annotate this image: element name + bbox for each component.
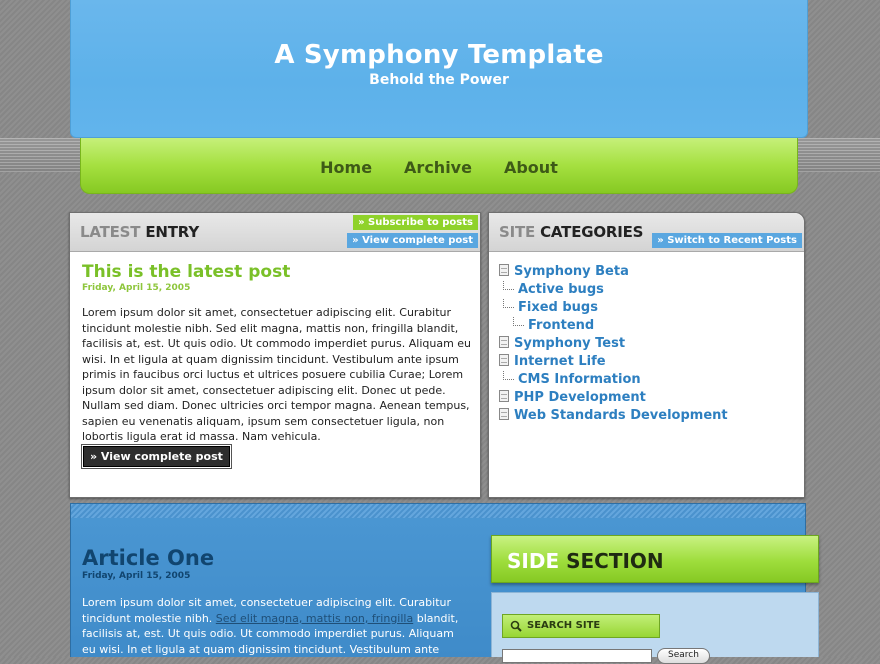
nav-home[interactable]: Home: [304, 158, 388, 193]
site-categories-panel: SITE CATEGORIES » Switch to Recent Posts…: [488, 212, 805, 498]
tree-branch-icon: [503, 281, 514, 290]
heading-light: LATEST: [80, 223, 141, 241]
latest-entry-panel: LATEST ENTRY » Subscribe to posts » View…: [69, 212, 481, 498]
heading-light: SITE: [499, 223, 536, 241]
category-item[interactable]: Web Standards Development: [499, 407, 728, 425]
site-header: A Symphony Template Behold the Power: [70, 0, 808, 138]
tree-branch-icon: [503, 299, 514, 308]
switch-to-recent-posts-link[interactable]: » Switch to Recent Posts: [652, 233, 802, 248]
document-icon: [499, 390, 509, 402]
side-section-header: SIDE SECTION: [491, 535, 819, 583]
main-nav: Home Archive About: [80, 138, 798, 194]
nav-archive[interactable]: Archive: [388, 158, 488, 193]
category-tree: Symphony Beta Active bugs Fixed bugs Fro…: [499, 263, 728, 425]
heading-dark: SECTION: [566, 549, 664, 573]
post-title[interactable]: This is the latest post: [82, 262, 290, 282]
site-categories-heading: SITE CATEGORIES: [499, 223, 643, 241]
post-body: Lorem ipsum dolor sit amet, consectetuer…: [82, 306, 472, 443]
heading-dark: ENTRY: [145, 223, 199, 241]
latest-entry-header: LATEST ENTRY » Subscribe to posts » View…: [70, 213, 480, 252]
view-complete-post-button[interactable]: » View complete post: [83, 446, 230, 467]
subscribe-button[interactable]: » Subscribe to posts: [353, 215, 478, 230]
category-item[interactable]: Frontend: [499, 317, 728, 335]
side-section-title: SIDE SECTION: [507, 549, 664, 573]
side-section-box: SEARCH SITE Search: [491, 592, 819, 664]
search-input[interactable]: [502, 649, 652, 663]
heading-light: SIDE: [507, 549, 560, 573]
search-icon: [510, 620, 522, 632]
article-body: Lorem ipsum dolor sit amet, consectetuer…: [82, 595, 467, 657]
category-item[interactable]: Active bugs: [499, 281, 728, 299]
search-label-text: SEARCH SITE: [527, 620, 601, 631]
site-title[interactable]: A Symphony Template: [71, 40, 807, 70]
category-item[interactable]: PHP Development: [499, 389, 728, 407]
site-categories-header: SITE CATEGORIES » Switch to Recent Posts: [489, 213, 804, 252]
document-icon: [499, 264, 509, 276]
article-date: Friday, April 15, 2005: [82, 571, 191, 581]
document-icon: [499, 336, 509, 348]
category-item[interactable]: CMS Information: [499, 371, 728, 389]
search-site-label: SEARCH SITE: [502, 614, 660, 638]
category-item[interactable]: Symphony Test: [499, 335, 728, 353]
heading-dark: CATEGORIES: [540, 223, 644, 241]
article-inline-link[interactable]: Sed elit magna, mattis non, fringilla: [216, 612, 413, 625]
site-subtitle: Behold the Power: [369, 72, 509, 88]
latest-entry-heading: LATEST ENTRY: [80, 223, 199, 241]
nav-about[interactable]: About: [488, 158, 574, 193]
document-icon: [499, 408, 509, 420]
category-item[interactable]: Internet Life: [499, 353, 728, 371]
view-complete-post-link[interactable]: » View complete post: [347, 233, 478, 248]
tree-branch-icon: [503, 371, 514, 380]
document-icon: [499, 354, 509, 366]
article-title[interactable]: Article One: [82, 546, 214, 570]
search-button[interactable]: Search: [657, 648, 710, 664]
post-date: Friday, April 15, 2005: [82, 283, 191, 293]
category-item[interactable]: Fixed bugs: [499, 299, 728, 317]
tree-branch-icon: [513, 317, 524, 326]
category-item[interactable]: Symphony Beta: [499, 263, 728, 281]
content-top-strip: [71, 504, 805, 518]
